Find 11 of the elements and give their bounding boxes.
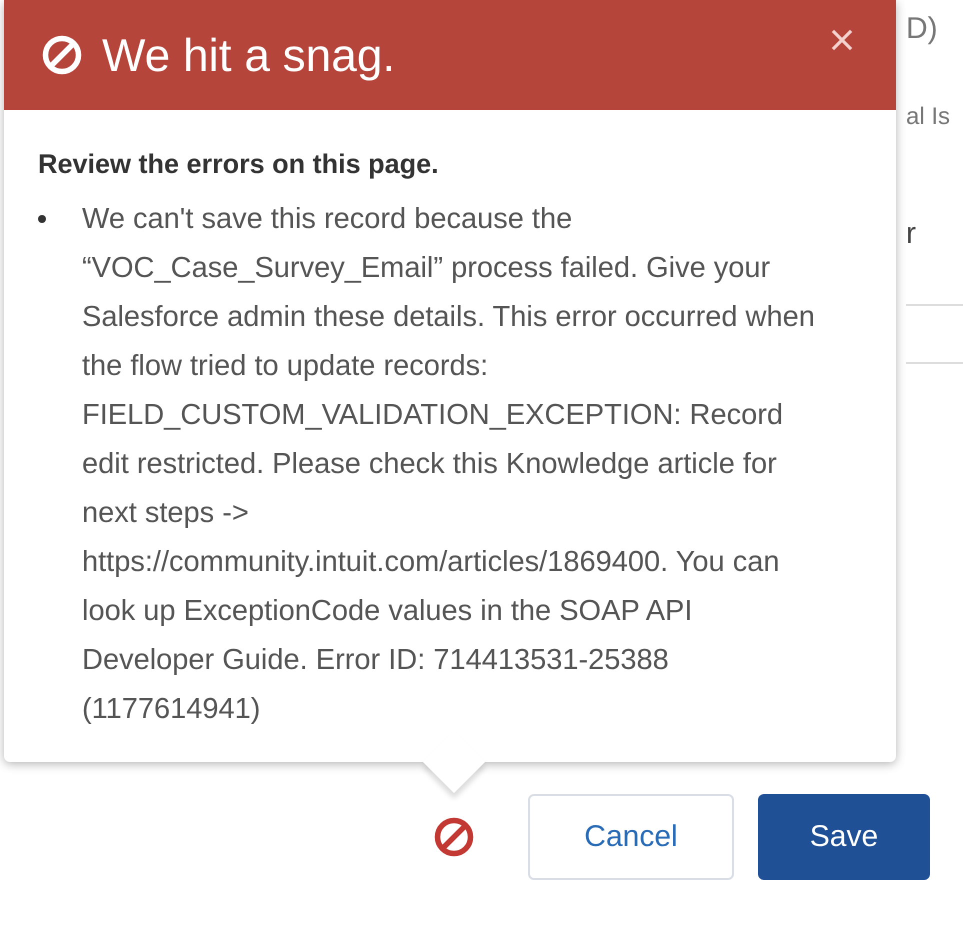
cancel-button[interactable]: Cancel	[528, 794, 734, 880]
background-text: D)	[906, 11, 939, 47]
save-button[interactable]: Save	[758, 794, 930, 880]
close-icon	[829, 27, 855, 53]
popover-title: We hit a snag.	[102, 28, 396, 82]
background-text: al Is	[906, 102, 952, 132]
error-message: We can't save this record because the “VOC_Case_Survey_Email” process failed. Give your Salesforce admin these details. This error occurred when the flow tried to update records: FIELD_CUSTOM_VALIDATION_EXCEPTION: Record edit restricted. Please check this Knowledge article for next steps -> https://community.intuit.com/articles/1869400. You can look up ExceptionCode values in the SOAP API Developer Guide. Error ID: 714413531-25388 (1177614941)	[82, 202, 816, 726]
bullet-icon	[38, 214, 46, 222]
error-icon	[40, 33, 84, 77]
background-text: r	[906, 216, 917, 252]
error-heading: Review the errors on this page.	[38, 148, 440, 181]
